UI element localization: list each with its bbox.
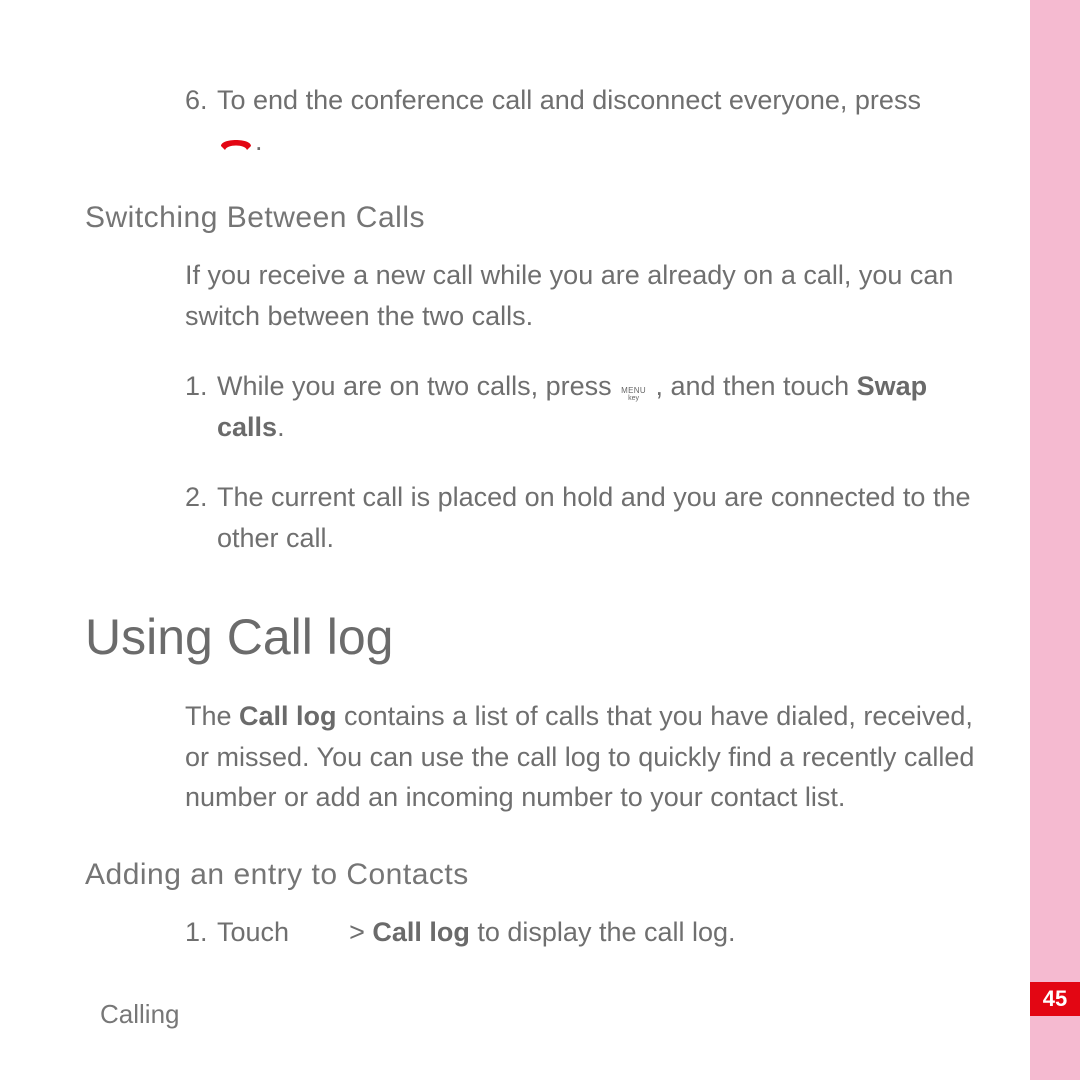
switching-step-2-body: The current call is placed on hold and y… <box>217 477 995 558</box>
call-log-intro: The Call log contains a list of calls th… <box>185 696 995 818</box>
menu-key-icon: MENU key <box>619 387 648 403</box>
document-page: 45 Calling 6. To end the conference call… <box>0 0 1080 1080</box>
heading-switching-between-calls: Switching Between Calls <box>85 201 1005 235</box>
menu-key-line1: MENU <box>621 387 646 395</box>
step-6-period: . <box>255 126 263 156</box>
call-log-intro-bold: Call log <box>239 701 337 731</box>
footer-section-label: Calling <box>100 999 180 1030</box>
step-6-body: To end the conference call and disconnec… <box>217 80 995 161</box>
step-6-text: To end the conference call and disconnec… <box>217 85 921 115</box>
step-6-number: 6. <box>185 80 217 161</box>
page-content: 6. To end the conference call and discon… <box>85 80 1005 982</box>
switching-step-1-number: 1. <box>185 366 217 447</box>
switching-step-1-after-icon: , and then touch <box>655 371 856 401</box>
heading-using-call-log: Using Call log <box>85 608 1005 666</box>
switching-step-2: 2. The current call is placed on hold an… <box>185 477 995 558</box>
adding-step-1-bold: Call log <box>372 917 470 947</box>
adding-step-1-gt: > <box>342 917 373 947</box>
switching-step-1-body: While you are on two calls, press MENU k… <box>217 366 995 447</box>
switching-step-2-number: 2. <box>185 477 217 558</box>
page-number-badge: 45 <box>1030 982 1080 1016</box>
adding-step-1: 1. Touch > Call log to display the call … <box>185 912 995 953</box>
switching-step-1-pre: While you are on two calls, press <box>217 371 619 401</box>
adding-step-1-pre: Touch <box>217 917 297 947</box>
adding-step-1-body: Touch > Call log to display the call log… <box>217 912 995 953</box>
adding-step-1-number: 1. <box>185 912 217 953</box>
switching-intro: If you receive a new call while you are … <box>185 255 995 336</box>
call-log-intro-pre: The <box>185 701 239 731</box>
side-strip <box>1030 0 1080 1080</box>
adding-step-1-gap <box>297 917 342 947</box>
end-call-icon <box>217 132 255 154</box>
step-6: 6. To end the conference call and discon… <box>185 80 995 161</box>
adding-step-1-post: to display the call log. <box>470 917 736 947</box>
heading-adding-entry-to-contacts: Adding an entry to Contacts <box>85 858 1005 892</box>
switching-step-1: 1. While you are on two calls, press MEN… <box>185 366 995 447</box>
menu-key-line2: key <box>628 395 639 403</box>
switching-step-1-post: . <box>277 412 285 442</box>
